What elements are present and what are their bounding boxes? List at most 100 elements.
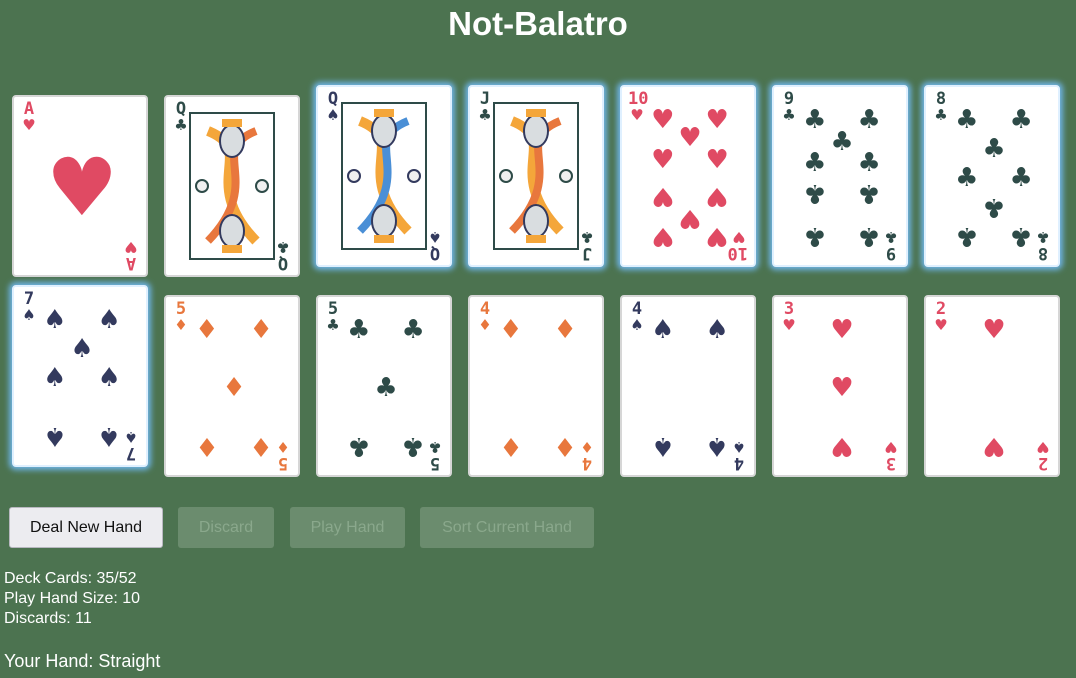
card-rank: 3	[885, 453, 897, 473]
card-rank: 9	[885, 243, 897, 263]
spades-pip-icon: ♠	[43, 363, 67, 393]
playing-card[interactable]: Q ♠ Q ♠	[316, 85, 452, 267]
card-rank: 5	[429, 453, 441, 473]
hearts-pip-icon: ♥	[830, 314, 854, 345]
hearts-pip-icon: ♥	[982, 431, 1006, 462]
clubs-pip-icon: ♣	[857, 104, 881, 135]
spades-suit-icon: ♠	[428, 228, 442, 246]
diamonds-suit-icon: ♦	[580, 438, 594, 456]
clubs-pip-icon: ♣	[955, 104, 979, 135]
diamonds-pip-icon: ♦	[553, 314, 577, 345]
playing-card[interactable]: 10 ♥ 10 ♥ ♥ ♥ ♥ ♥ ♥ ♥ ♥ ♥ ♥ ♥	[620, 85, 756, 267]
face-card-portrait-icon	[189, 112, 275, 260]
card-corner-index: 7 ♠	[20, 291, 38, 323]
discard-button[interactable]: Discard	[178, 507, 274, 548]
clubs-pip-icon: ♣	[803, 104, 827, 135]
card-corner-index: 5 ♣	[426, 438, 444, 473]
hearts-pip-icon: ♥	[678, 203, 702, 234]
clubs-suit-icon: ♣	[326, 316, 340, 334]
card-rank: 5	[277, 453, 289, 473]
card-corner-index: 3 ♥	[780, 301, 798, 333]
card-rank: 2	[1037, 453, 1049, 473]
diamonds-pip-icon: ♦	[195, 431, 219, 462]
playing-card[interactable]: 7 ♠ 7 ♠ ♠ ♠ ♠ ♠ ♠ ♠ ♠	[12, 285, 148, 467]
spades-pip-icon: ♠	[651, 431, 675, 462]
clubs-suit-icon: ♣	[782, 106, 796, 124]
playing-card[interactable]: 5 ♦ 5 ♦ ♦ ♦ ♦ ♦ ♦	[164, 295, 300, 477]
card-corner-index: 2 ♥	[1034, 438, 1052, 473]
clubs-suit-icon: ♣	[934, 106, 948, 124]
hearts-suit-icon: ♥	[1036, 438, 1050, 456]
clubs-suit-icon: ♣	[580, 228, 594, 246]
card-corner-index: 9 ♣	[780, 91, 798, 123]
hearts-pip-icon: ♥	[982, 314, 1006, 345]
hearts-pip-icon: ♥	[705, 181, 729, 212]
hearts-suit-icon: ♥	[934, 316, 948, 334]
card-corner-index: A ♥	[20, 101, 38, 133]
hand-result: Your Hand: Straight	[4, 651, 161, 671]
hearts-suit-icon: ♥	[884, 438, 898, 456]
clubs-pip-icon: ♣	[857, 177, 881, 208]
card-rank: A	[125, 253, 137, 273]
spades-pip-icon: ♠	[97, 421, 121, 452]
clubs-pip-icon: ♣	[857, 221, 881, 252]
diamonds-pip-icon: ♦	[195, 314, 219, 345]
hearts-pip-icon: ♥	[705, 144, 729, 175]
face-card-portrait-icon	[493, 102, 579, 250]
clubs-pip-icon: ♣	[955, 163, 979, 193]
clubs-pip-icon: ♣	[1009, 163, 1033, 193]
hearts-pip-icon: ♥	[651, 181, 675, 212]
card-corner-index: 10 ♥	[628, 91, 648, 123]
hearts-pip-icon: ♥	[705, 221, 729, 252]
card-corner-index: J ♣	[578, 228, 596, 263]
sort-current-hand-button[interactable]: Sort Current Hand	[420, 507, 594, 548]
playing-card[interactable]: 4 ♦ 4 ♦ ♦ ♦ ♦ ♦	[468, 295, 604, 477]
clubs-pip-icon: ♣	[803, 177, 827, 208]
diamonds-pip-icon: ♦	[499, 314, 523, 345]
clubs-pip-icon: ♣	[857, 148, 881, 179]
clubs-pip-icon: ♣	[347, 314, 371, 345]
clubs-suit-icon: ♣	[428, 438, 442, 456]
clubs-pip-icon: ♣	[955, 221, 979, 252]
clubs-pip-icon: ♣	[401, 314, 425, 345]
card-corner-index: 8 ♣	[1034, 228, 1052, 263]
clubs-suit-icon: ♣	[276, 238, 290, 256]
playing-card[interactable]: Q ♣ Q ♣	[164, 95, 300, 277]
card-rank: 8	[1037, 243, 1049, 263]
playing-card[interactable]: 9 ♣ 9 ♣ ♣ ♣ ♣ ♣ ♣ ♣ ♣ ♣ ♣	[772, 85, 908, 267]
card-rank: 10	[727, 243, 748, 263]
clubs-pip-icon: ♣	[401, 431, 425, 462]
discards-count: Discards: 11	[4, 610, 92, 627]
clubs-suit-icon: ♣	[884, 228, 898, 246]
card-corner-index: 3 ♥	[882, 438, 900, 473]
hearts-pip-icon: ♥	[651, 221, 675, 252]
playing-card[interactable]: J ♣ J ♣	[468, 85, 604, 267]
playing-card[interactable]: A ♥ A ♥ ♥	[12, 95, 148, 277]
playing-card[interactable]: 8 ♣ 8 ♣ ♣ ♣ ♣ ♣ ♣ ♣ ♣ ♣	[924, 85, 1060, 267]
playing-card[interactable]: 2 ♥ 2 ♥ ♥ ♥	[924, 295, 1060, 477]
card-rank: 4	[733, 453, 745, 473]
spades-suit-icon: ♠	[22, 306, 36, 324]
card-rank: 4	[581, 453, 593, 473]
play-hand-size: Play Hand Size: 10	[4, 590, 141, 607]
card-rank: Q	[277, 253, 289, 273]
diamonds-pip-icon: ♦	[499, 431, 523, 462]
card-corner-index: 5 ♣	[324, 301, 342, 333]
diamonds-pip-icon: ♦	[249, 314, 273, 345]
playing-card[interactable]: 3 ♥ 3 ♥ ♥ ♥ ♥	[772, 295, 908, 477]
play-hand-button[interactable]: Play Hand	[290, 507, 405, 548]
card-corner-index: 4 ♦	[476, 301, 494, 333]
hearts-suit-icon: ♥	[732, 228, 746, 246]
hearts-pip-icon: ♥	[705, 104, 729, 135]
spades-pip-icon: ♠	[651, 314, 675, 345]
clubs-pip-icon: ♣	[982, 133, 1006, 164]
hearts-pip-icon: ♥	[830, 431, 854, 462]
spades-pip-icon: ♠	[705, 431, 729, 462]
deal-new-hand-button[interactable]: Deal New Hand	[9, 507, 163, 548]
card-corner-index: 2 ♥	[932, 301, 950, 333]
playing-card[interactable]: 5 ♣ 5 ♣ ♣ ♣ ♣ ♣ ♣	[316, 295, 452, 477]
playing-card[interactable]: 4 ♠ 4 ♠ ♠ ♠ ♠ ♠	[620, 295, 756, 477]
spades-suit-icon: ♠	[630, 316, 644, 334]
clubs-suit-icon: ♣	[1036, 228, 1050, 246]
card-rank: J	[581, 243, 593, 263]
